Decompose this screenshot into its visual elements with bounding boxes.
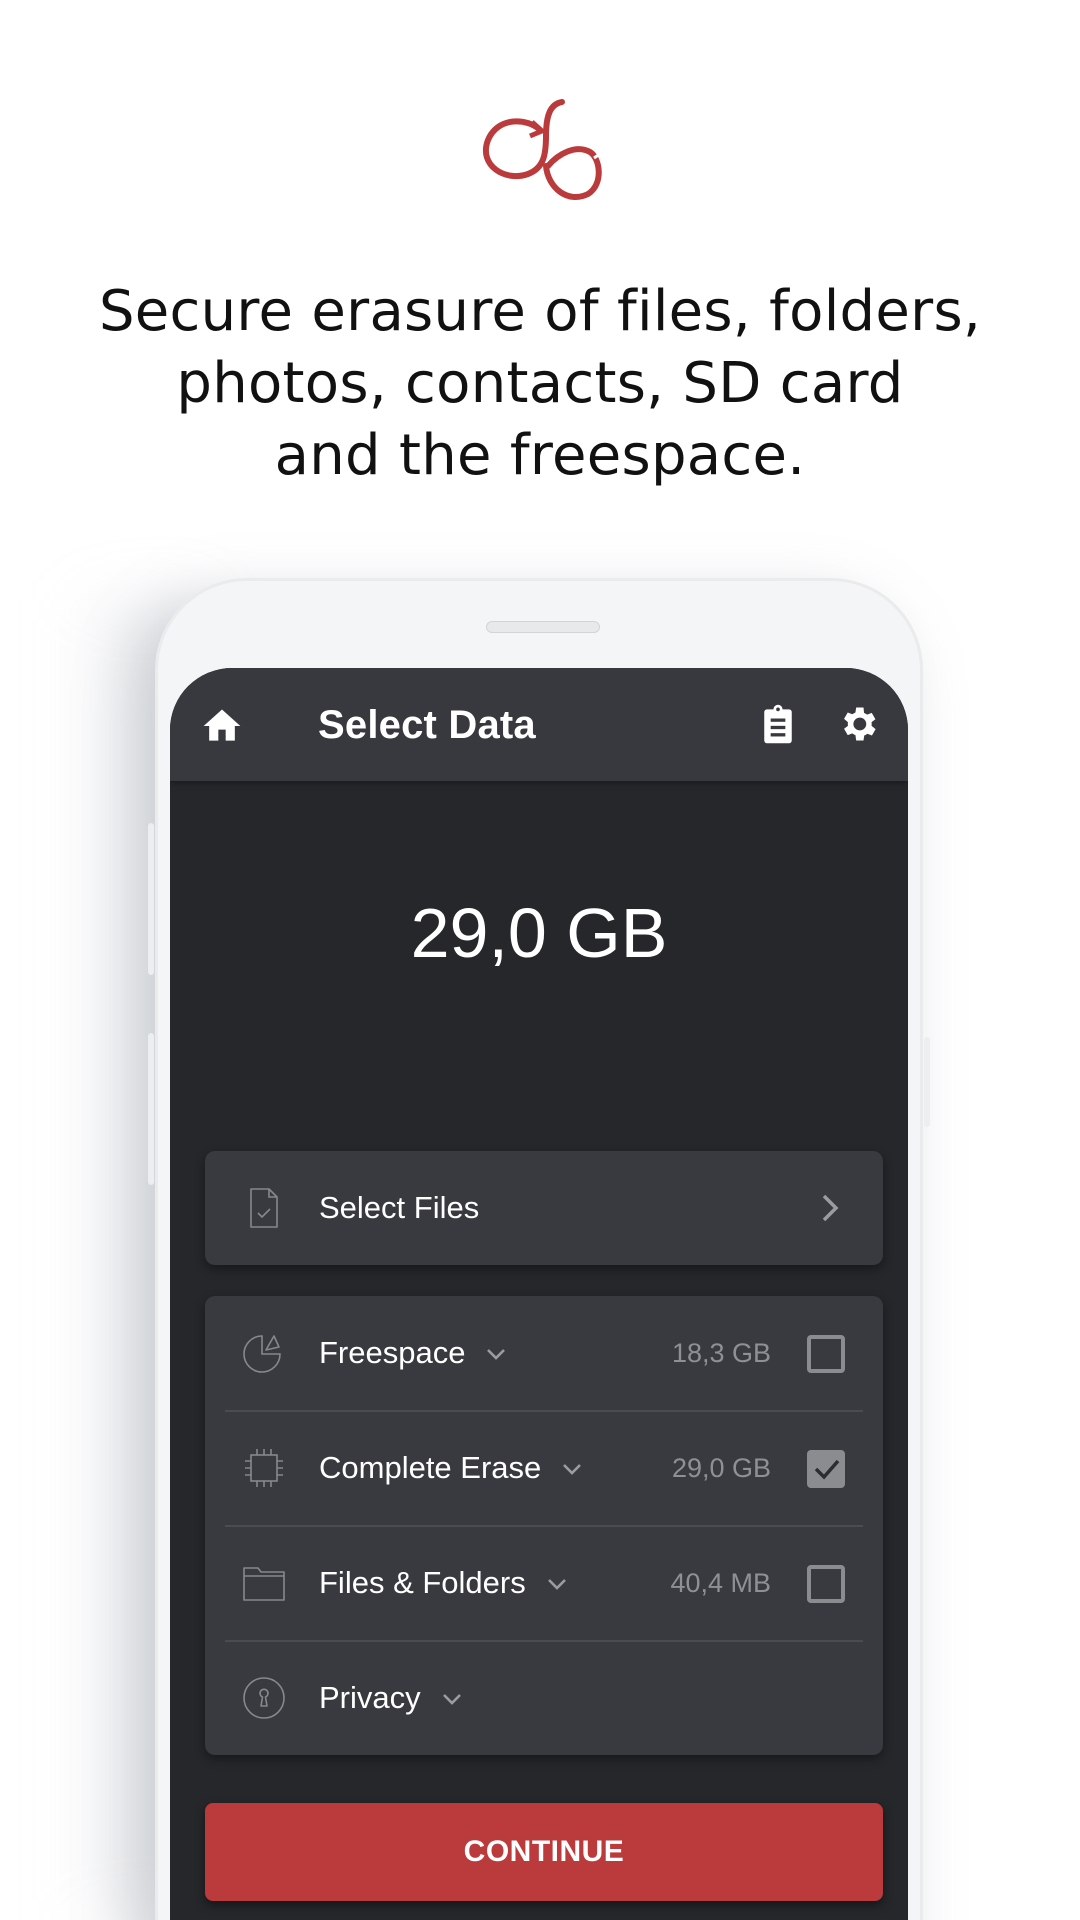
tagline-line-2: photos, contacts, SD card bbox=[176, 351, 904, 416]
option-label: Privacy bbox=[319, 1680, 421, 1715]
phone-speaker bbox=[486, 621, 600, 633]
home-button[interactable] bbox=[200, 704, 244, 748]
option-size: 29,0 GB bbox=[671, 1453, 771, 1483]
continue-button[interactable]: CONTINUE bbox=[205, 1803, 883, 1901]
option-row-freespace[interactable]: Freespace 18,3 GB bbox=[205, 1296, 883, 1410]
chevron-down-icon[interactable] bbox=[546, 1577, 568, 1591]
total-size: 29,0 GB bbox=[410, 894, 668, 972]
option-size: 40,4 MB bbox=[670, 1568, 771, 1598]
option-checkbox[interactable] bbox=[807, 1335, 845, 1373]
phone-volume-up-button bbox=[148, 823, 154, 975]
phone-frame: Select Data 29,0 GB Select Files Freespa… bbox=[148, 578, 930, 1920]
option-label-wrap: Complete Erase bbox=[319, 1448, 583, 1488]
settings-button[interactable] bbox=[836, 702, 880, 746]
option-label-wrap: Privacy bbox=[319, 1678, 463, 1718]
option-label-wrap: Freespace bbox=[319, 1333, 507, 1373]
chevron-right-icon bbox=[822, 1194, 839, 1222]
option-label: Freespace bbox=[319, 1335, 466, 1370]
chip-icon bbox=[241, 1445, 287, 1491]
checkmark-icon bbox=[814, 1459, 840, 1480]
option-label-wrap: Files & Folders bbox=[319, 1563, 568, 1603]
phone-power-button bbox=[924, 1037, 930, 1127]
option-label: Complete Erase bbox=[319, 1450, 542, 1485]
chevron-down-icon[interactable] bbox=[485, 1347, 507, 1361]
folder-icon bbox=[241, 1560, 287, 1606]
pie-chart-icon bbox=[241, 1330, 287, 1376]
home-icon bbox=[203, 709, 241, 741]
select-files-button[interactable]: Select Files bbox=[205, 1151, 883, 1265]
keyhole-icon bbox=[241, 1675, 287, 1721]
erase-options-list: Freespace 18,3 GB Complete Erase 29,0 GB… bbox=[205, 1296, 883, 1755]
option-row-privacy[interactable]: Privacy bbox=[205, 1641, 883, 1755]
app-screen: Select Data 29,0 GB Select Files Freespa… bbox=[170, 668, 908, 1920]
clipboard-icon bbox=[764, 704, 792, 744]
file-check-icon bbox=[241, 1185, 287, 1231]
option-row-complete-erase[interactable]: Complete Erase 29,0 GB bbox=[205, 1411, 883, 1525]
phone-volume-down-button bbox=[148, 1033, 154, 1185]
tagline-line-3: and the freespace. bbox=[274, 423, 806, 488]
option-size: 18,3 GB bbox=[671, 1338, 771, 1368]
page-title: Select Data bbox=[318, 703, 536, 747]
cb-monogram-logo bbox=[483, 99, 602, 201]
option-checkbox-checked[interactable] bbox=[807, 1450, 845, 1488]
option-checkbox[interactable] bbox=[807, 1565, 845, 1603]
select-files-label: Select Files bbox=[319, 1190, 480, 1225]
chevron-down-icon[interactable] bbox=[561, 1462, 583, 1476]
app-header: Select Data bbox=[170, 668, 908, 781]
report-button[interactable] bbox=[756, 702, 800, 746]
option-row-files-folders[interactable]: Files & Folders 40,4 MB bbox=[205, 1526, 883, 1640]
chevron-down-icon[interactable] bbox=[441, 1692, 463, 1706]
gear-icon bbox=[844, 707, 876, 741]
tagline-line-1: Secure erasure of files, folders, bbox=[98, 279, 982, 344]
tagline: Secure erasure of files, folders, photos… bbox=[0, 276, 1080, 492]
option-label: Files & Folders bbox=[319, 1565, 526, 1600]
